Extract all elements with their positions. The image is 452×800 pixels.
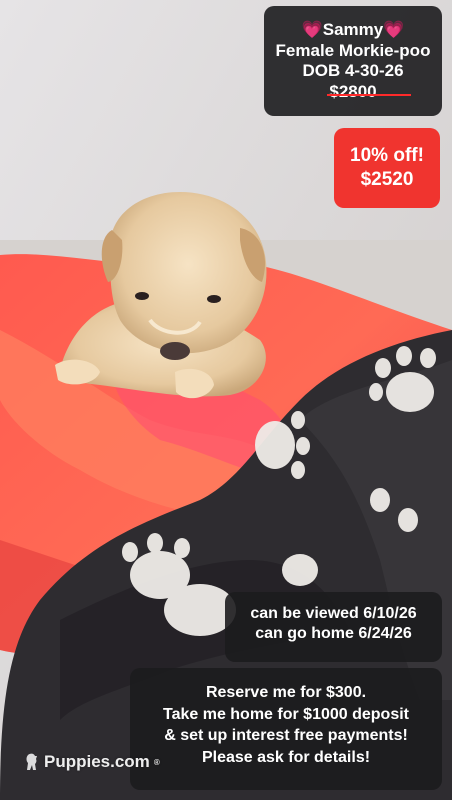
original-price-strikethrough: $2800 (327, 82, 412, 102)
viewing-date: can be viewed 6/10/26 (250, 605, 417, 622)
watermark-text: Puppies.com (44, 752, 150, 771)
reserve-line-4: Please ask for details! (201, 748, 371, 766)
discount-price: $2520 (360, 168, 414, 190)
puppy-eye-left (135, 292, 149, 300)
puppy-nose (160, 342, 190, 360)
reserve-line-3: & set up interest free payments! (164, 727, 408, 745)
puppy-name-line: 💗Sammy💗 (264, 20, 442, 41)
reserve-line-2: Take me home for $1000 deposit (162, 705, 409, 723)
puppies-com-watermark: Puppies.com ® (24, 752, 160, 772)
puppy-head (109, 192, 267, 354)
registered-mark: ® (153, 757, 160, 767)
discount-label: 10% off! (350, 145, 424, 166)
puppy-eye-right (207, 295, 221, 303)
dog-silhouette-icon (26, 753, 37, 770)
puppy-name: Sammy (322, 20, 384, 39)
pink-heart-icon: 💗 (383, 20, 405, 39)
dates-card: can be viewed 6/10/26 can go home 6/24/2… (225, 592, 442, 662)
discount-badge: 10% off! $2520 (334, 128, 440, 208)
name-price-card: 💗Sammy💗 Female Morkie-poo DOB 4-30-26 $2… (264, 6, 442, 116)
reserve-card: Reserve me for $300. Take me home for $1… (130, 668, 442, 790)
puppy-dob: DOB 4-30-26 (302, 61, 404, 81)
reserve-line-1: Reserve me for $300. (205, 684, 367, 701)
pink-heart-icon: 💗 (301, 20, 323, 39)
go-home-date: can go home 6/24/26 (255, 624, 412, 642)
puppy-breed: Female Morkie-poo (275, 40, 431, 60)
